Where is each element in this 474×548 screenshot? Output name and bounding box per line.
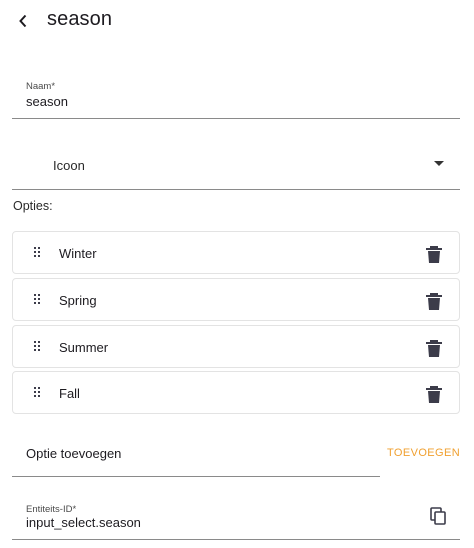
page-title: season	[47, 8, 113, 30]
option-label: Fall	[59, 386, 80, 401]
trash-icon[interactable]	[425, 291, 443, 311]
page-header: season	[0, 0, 474, 44]
add-option-field[interactable]: Optie toevoegen	[12, 432, 380, 477]
drag-handle-icon[interactable]	[32, 246, 44, 260]
entity-id-input[interactable]: input_select.season	[26, 515, 141, 530]
add-option-button[interactable]: TOEVOEGEN	[387, 447, 460, 459]
back-button[interactable]	[13, 10, 33, 32]
copy-icon[interactable]	[430, 507, 446, 525]
option-row-summer: Summer	[12, 325, 460, 368]
trash-icon[interactable]	[425, 244, 443, 264]
drag-handle-icon[interactable]	[32, 293, 44, 307]
drag-handle-icon[interactable]	[32, 386, 44, 400]
caret-down-icon[interactable]	[434, 161, 444, 166]
name-input[interactable]: season	[26, 94, 68, 109]
add-option-input[interactable]: Optie toevoegen	[26, 446, 121, 461]
icon-picker-field[interactable]: Icoon	[12, 142, 460, 190]
option-label: Winter	[59, 246, 97, 261]
trash-icon[interactable]	[425, 338, 443, 358]
option-label: Spring	[59, 293, 97, 308]
option-row-winter: Winter	[12, 231, 460, 274]
icon-picker-placeholder: Icoon	[53, 158, 85, 173]
option-row-fall: Fall	[12, 371, 460, 414]
trash-icon[interactable]	[425, 384, 443, 404]
chevron-left-icon	[19, 14, 27, 28]
entity-id-field[interactable]: Entiteits-ID* input_select.season	[12, 498, 460, 540]
option-label: Summer	[59, 340, 109, 355]
entity-id-label: Entiteits-ID*	[26, 504, 77, 515]
name-field[interactable]: Naam* season	[12, 72, 460, 119]
options-label: Opties:	[13, 199, 53, 213]
drag-handle-icon[interactable]	[32, 340, 44, 354]
name-field-label: Naam*	[26, 81, 56, 92]
option-row-spring: Spring	[12, 278, 460, 321]
